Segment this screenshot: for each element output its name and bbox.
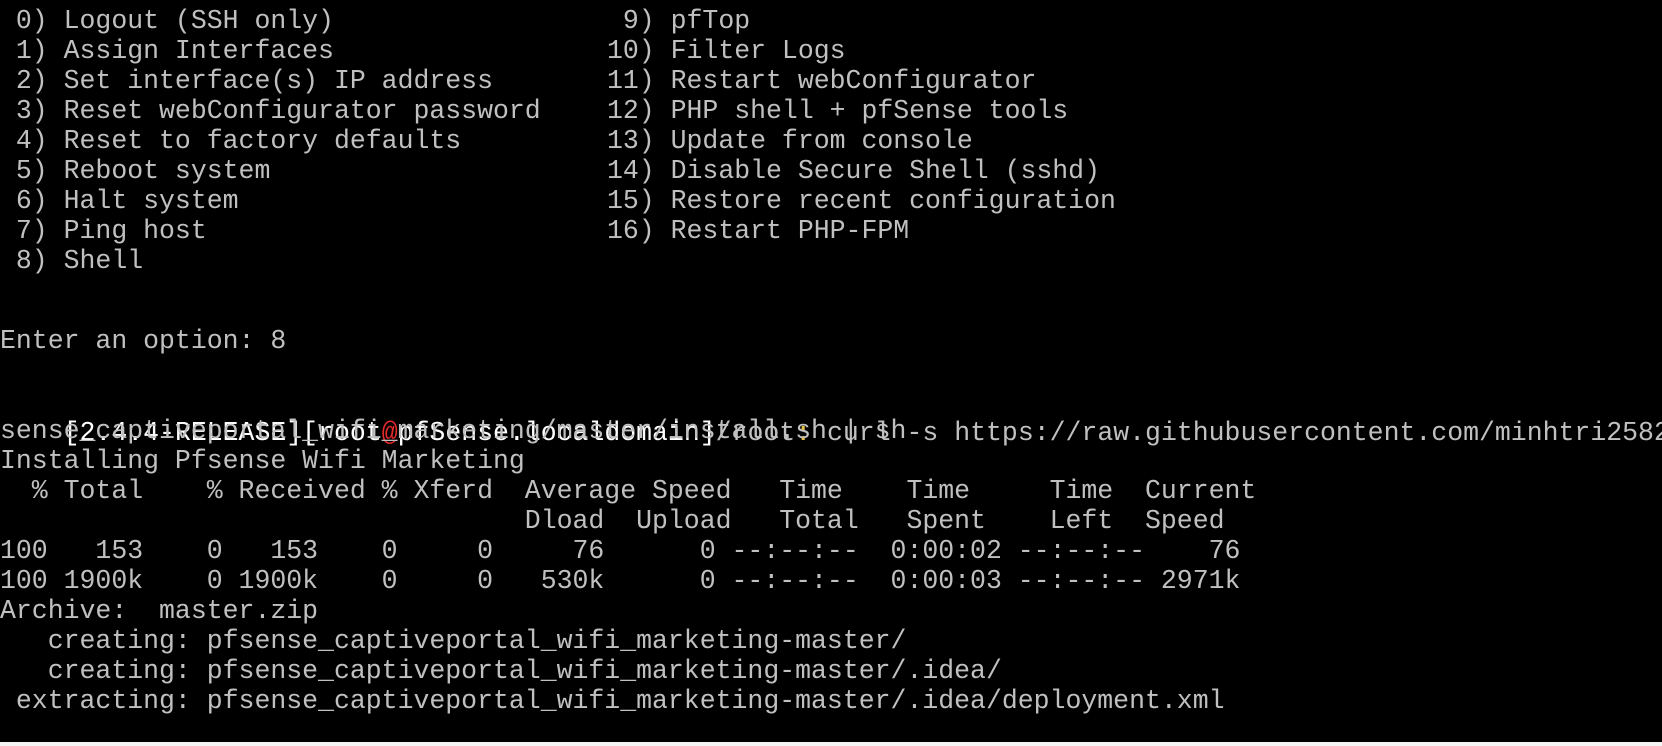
command-text-wrapped: sense_captiveportal_wifi_marketing/maste…	[0, 416, 907, 446]
output-line: extracting: pfsense_captiveportal_wifi_m…	[0, 686, 1225, 716]
shell-command-line: [2.4.4-RELEASE][root@pfSense.localdomain…	[0, 385, 1662, 448]
menu-item: 12) PHP shell + pfSense tools	[607, 96, 1069, 126]
menu-item: 14) Disable Secure Shell (sshd)	[607, 156, 1100, 186]
menu-item: 6) Halt system	[0, 186, 239, 216]
menu-item: 7) Ping host	[0, 216, 207, 246]
menu-item: 4) Reset to factory defaults	[0, 126, 462, 156]
menu-item: 15) Restore recent configuration	[607, 186, 1116, 216]
terminal-window[interactable]: 0) Logout (SSH only) 1) Assign Interface…	[0, 0, 1662, 742]
menu-left-column: 0) Logout (SSH only) 1) Assign Interface…	[0, 5, 541, 357]
menu-item: 9) pfTop	[607, 6, 751, 36]
curl-progress-row: 100 153 0 153 0 0 76 0 --:--:-- 0:00:02 …	[0, 536, 1241, 566]
output-line: Archive: master.zip	[0, 596, 319, 626]
menu-right-column: 9) pfTop 10) Filter Logs 11) Restart web…	[607, 5, 1116, 325]
curl-header-row: % Total % Received % Xferd Average Speed…	[0, 476, 1257, 506]
menu-item: 10) Filter Logs	[607, 36, 846, 66]
menu-item: 1) Assign Interfaces	[0, 36, 334, 66]
output-line: Installing Pfsense Wifi Marketing	[0, 446, 525, 476]
window-bottom-edge	[0, 742, 1662, 746]
option-prompt: Enter an option: 8	[0, 326, 287, 356]
curl-progress-row: 100 1900k 0 1900k 0 0 530k 0 --:--:-- 0:…	[0, 566, 1241, 596]
menu-item: 2) Set interface(s) IP address	[0, 66, 493, 96]
curl-header-row: Dload Upload Total Spent Left Speed	[0, 506, 1225, 536]
menu-item: 13) Update from console	[607, 126, 973, 156]
menu-item: 11) Restart webConfigurator	[607, 66, 1037, 96]
menu-item: 5) Reboot system	[0, 156, 271, 186]
output-line: creating: pfsense_captiveportal_wifi_mar…	[0, 656, 1002, 686]
menu-item: 0) Logout (SSH only)	[0, 6, 334, 36]
menu-item: 16) Restart PHP-FPM	[607, 216, 910, 246]
command-text: curl -s https://raw.githubusercontent.co…	[811, 418, 1662, 448]
menu-item: 3) Reset webConfigurator password	[0, 96, 541, 126]
menu-item: 8) Shell	[0, 246, 144, 276]
output-line: creating: pfsense_captiveportal_wifi_mar…	[0, 626, 907, 656]
